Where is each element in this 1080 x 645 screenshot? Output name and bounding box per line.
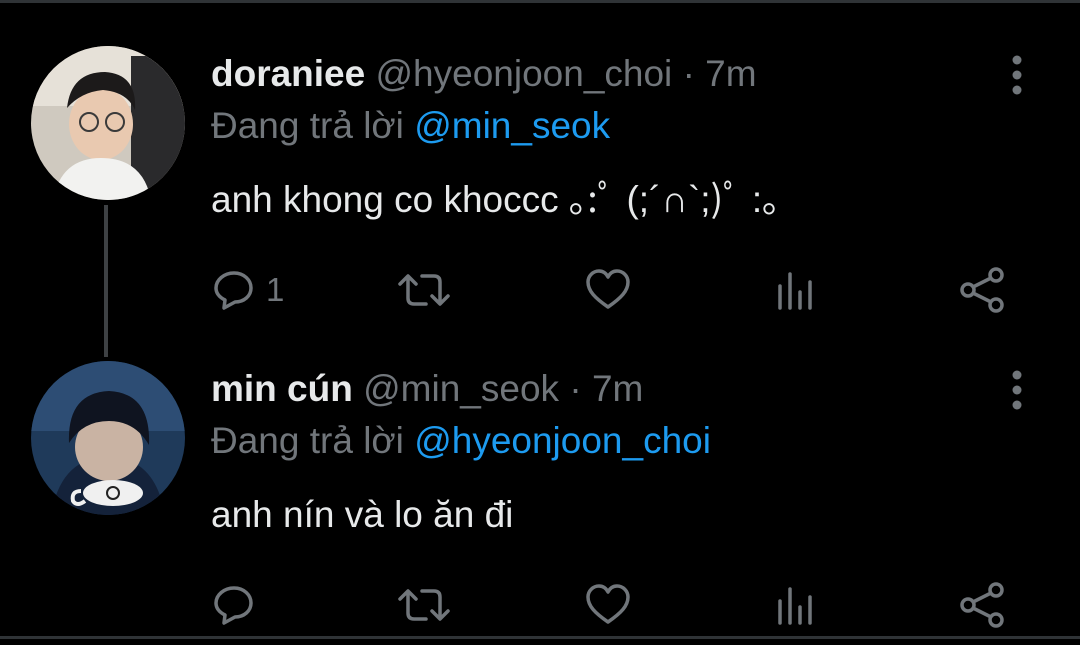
avatar[interactable] (31, 46, 185, 200)
retweet-icon (398, 274, 450, 306)
mention-link[interactable]: @min_seok (414, 105, 610, 146)
replying-to: Đang trả lời @min_seok (211, 104, 610, 148)
handle[interactable]: @min_seok (363, 368, 559, 409)
handle[interactable]: @hyeonjoon_choi (376, 53, 673, 94)
tweet-header: min cún @min_seok · 7m (211, 367, 643, 411)
views-button[interactable] (774, 262, 818, 318)
display-name[interactable]: min cún (211, 368, 353, 409)
reply-bubble-icon (214, 271, 253, 310)
like-button[interactable] (585, 577, 641, 633)
more-vertical-icon (1012, 55, 1022, 95)
views-bar-chart-icon (778, 272, 812, 310)
share-icon (960, 267, 1004, 313)
more-options-button[interactable] (1000, 54, 1034, 96)
share-button[interactable] (958, 262, 1006, 318)
retweet-button[interactable] (398, 262, 460, 318)
separator-dot: · (569, 368, 582, 409)
tweet-actions (0, 577, 1080, 633)
replying-to: Đang trả lời @hyeonjoon_choi (211, 419, 711, 463)
tweet-text: anh khong co khoccc ｡:ﾟ (;´∩`;)ﾟ :｡ (211, 179, 781, 220)
display-name[interactable]: doraniee (211, 53, 365, 94)
replying-to-label: Đang trả lời (211, 420, 415, 461)
views-bar-chart-icon (778, 587, 812, 625)
heart-icon (586, 269, 630, 309)
more-options-button[interactable] (1000, 369, 1034, 411)
top-divider (0, 0, 1080, 3)
bottom-divider (0, 636, 1080, 639)
views-button[interactable] (774, 577, 818, 633)
tweet-actions: 1 (0, 262, 1080, 318)
more-vertical-icon (1012, 370, 1022, 410)
mention-link[interactable]: @hyeonjoon_choi (414, 420, 711, 461)
tweet[interactable]: min cún @min_seok · 7m Đang trả lời @hye… (0, 355, 1080, 635)
reply-button[interactable]: 1 (212, 262, 284, 318)
retweet-icon (398, 589, 450, 621)
like-button[interactable] (585, 262, 641, 318)
avatar[interactable] (31, 361, 185, 515)
share-icon (960, 582, 1004, 628)
replying-to-label: Đang trả lời (211, 105, 415, 146)
tweet-header: doraniee @hyeonjoon_choi · 7m (211, 52, 757, 96)
avatar-photo (31, 361, 185, 515)
timestamp[interactable]: 7m (592, 368, 643, 409)
reply-bubble-icon (214, 586, 253, 625)
retweet-button[interactable] (398, 577, 460, 633)
reply-count: 1 (266, 271, 285, 308)
reply-button[interactable] (212, 577, 266, 633)
tweet-text: anh nín và lo ăn đi (211, 494, 514, 535)
avatar-photo (31, 46, 185, 200)
heart-icon (586, 584, 630, 624)
tweet[interactable]: doraniee @hyeonjoon_choi · 7m Đang trả l… (0, 40, 1080, 340)
timestamp[interactable]: 7m (705, 53, 756, 94)
separator-dot: · (682, 53, 695, 94)
share-button[interactable] (958, 577, 1006, 633)
